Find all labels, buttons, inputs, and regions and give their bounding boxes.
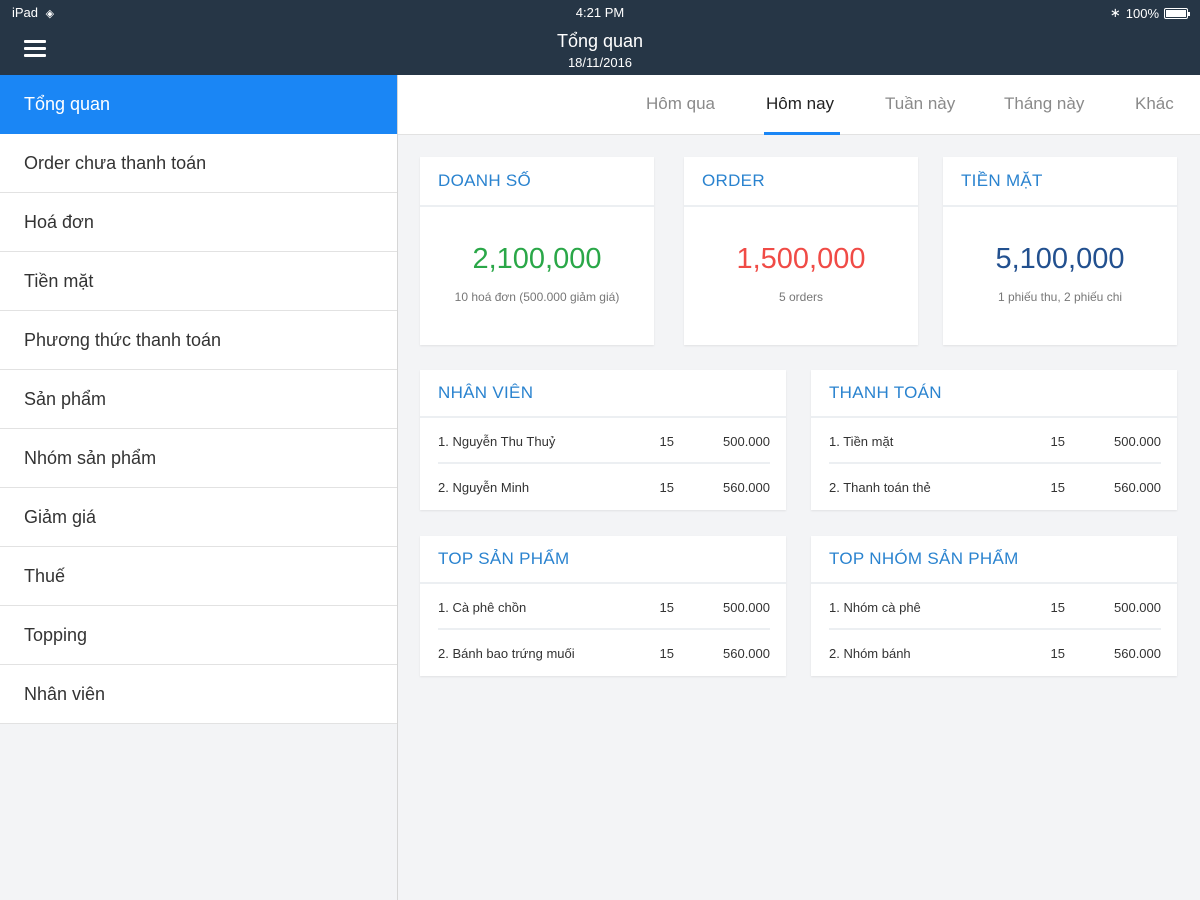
sidebar: Tổng quan Order chưa thanh toán Hoá đơn …	[0, 75, 398, 900]
row-qty: 15	[659, 600, 674, 615]
status-right: ∗ 100%	[1109, 5, 1190, 21]
panel-top-san-pham: TOP SẢN PHẨM 1. Cà phê chồn 15 500.000 2…	[420, 536, 786, 676]
row-amount: 560.000	[723, 646, 770, 661]
row-name: 1. Tiền mặt	[829, 434, 894, 449]
table-row[interactable]: 2. Nhóm bánh 15 560.000	[829, 630, 1161, 676]
sidebar-item-order-chua-thanh-toan[interactable]: Order chưa thanh toán	[0, 134, 397, 193]
sidebar-item-thue[interactable]: Thuế	[0, 547, 397, 606]
panel-nhan-vien: NHÂN VIÊN 1. Nguyễn Thu Thuỷ 15 500.000 …	[420, 370, 786, 510]
stat-card-value: 1,500,000	[736, 243, 866, 275]
sidebar-item-tien-mat[interactable]: Tiền mặt	[0, 252, 397, 311]
row-amount: 500.000	[723, 600, 770, 615]
row-qty: 15	[1050, 480, 1065, 495]
panel-title: THANH TOÁN	[811, 370, 1177, 418]
tab-hom-nay[interactable]: Hôm nay	[763, 75, 841, 135]
top-bar: iPad ◈ 4:21 PM ∗ 100% Tổng quan 18/11/20…	[0, 0, 1200, 75]
row-amount: 560.000	[1114, 480, 1161, 495]
tab-tuan-nay[interactable]: Tuần này	[885, 75, 955, 135]
row-qty: 15	[1050, 646, 1065, 661]
row-qty: 15	[659, 434, 674, 449]
row-name: 1. Nguyễn Thu Thuỷ	[438, 434, 556, 449]
panel-top-nhom-san-pham: TOP NHÓM SẢN PHẨM 1. Nhóm cà phê 15 500.…	[811, 536, 1177, 676]
stat-card-subtitle: 5 orders	[778, 290, 824, 304]
row-qty: 15	[659, 646, 674, 661]
stat-card-subtitle: 1 phiếu thu, 2 phiếu chi	[997, 290, 1123, 304]
stat-card-subtitle: 10 hoá đơn (500.000 giảm giá)	[454, 290, 620, 304]
row-amount: 500.000	[1114, 434, 1161, 449]
page-date: 18/11/2016	[567, 55, 633, 70]
sidebar-item-phuong-thuc-thanh-toan[interactable]: Phương thức thanh toán	[0, 311, 397, 370]
tab-thang-nay[interactable]: Tháng này	[1004, 75, 1084, 135]
sidebar-item-nhan-vien[interactable]: Nhân viên	[0, 665, 397, 724]
row-qty: 15	[659, 480, 674, 495]
tab-khac[interactable]: Khác	[1135, 75, 1174, 135]
bluetooth-icon: ∗	[1109, 5, 1121, 20]
table-row[interactable]: 2. Thanh toán thẻ 15 560.000	[829, 464, 1161, 510]
panel-title: NHÂN VIÊN	[420, 370, 786, 418]
row-name: 1. Cà phê chồn	[438, 600, 527, 615]
stat-card-title: ORDER	[684, 157, 918, 207]
battery-icon	[1164, 7, 1190, 19]
stat-card-title: DOANH SỐ	[420, 157, 654, 207]
table-row[interactable]: 1. Nhóm cà phê 15 500.000	[829, 584, 1161, 630]
table-row[interactable]: 2. Nguyễn Minh 15 560.000	[438, 464, 770, 510]
panel-title: TOP SẢN PHẨM	[420, 536, 786, 584]
row-name: 2. Thanh toán thẻ	[829, 480, 931, 495]
row-name: 1. Nhóm cà phê	[829, 600, 921, 615]
sidebar-item-nhom-san-pham[interactable]: Nhóm sản phẩm	[0, 429, 397, 488]
page-title: Tổng quan	[556, 31, 644, 51]
stat-card-order: ORDER 1,500,000 5 orders	[684, 157, 918, 345]
row-amount: 500.000	[1114, 600, 1161, 615]
table-row[interactable]: 2. Bánh bao trứng muối 15 560.000	[438, 630, 770, 676]
tab-hom-qua[interactable]: Hôm qua	[646, 75, 715, 135]
stat-card-value: 2,100,000	[472, 243, 602, 275]
table-row[interactable]: 1. Nguyễn Thu Thuỷ 15 500.000	[438, 418, 770, 464]
row-amount: 560.000	[1114, 646, 1161, 661]
sidebar-item-san-pham[interactable]: Sản phẩm	[0, 370, 397, 429]
date-range-tabs: Hôm qua Hôm nay Tuần này Tháng này Khác	[398, 75, 1200, 135]
stat-card-tien-mat: TIỀN MẶT 5,100,000 1 phiếu thu, 2 phiếu …	[943, 157, 1177, 345]
battery-percent: 100%	[1125, 5, 1159, 21]
panel-title: TOP NHÓM SẢN PHẨM	[811, 536, 1177, 584]
row-qty: 15	[1050, 434, 1065, 449]
row-amount: 500.000	[723, 434, 770, 449]
stat-card-title: TIỀN MẶT	[943, 157, 1177, 207]
sidebar-item-topping[interactable]: Topping	[0, 606, 397, 665]
row-qty: 15	[1050, 600, 1065, 615]
row-name: 2. Nhóm bánh	[829, 646, 911, 661]
sidebar-item-hoa-don[interactable]: Hoá đơn	[0, 193, 397, 252]
row-name: 2. Bánh bao trứng muối	[438, 646, 575, 661]
row-amount: 560.000	[723, 480, 770, 495]
status-time: 4:21 PM	[575, 5, 625, 20]
table-row[interactable]: 1. Tiền mặt 15 500.000	[829, 418, 1161, 464]
stat-card-doanh-so: DOANH SỐ 2,100,000 10 hoá đơn (500.000 g…	[420, 157, 654, 345]
stat-card-value: 5,100,000	[995, 243, 1125, 275]
sidebar-item-giam-gia[interactable]: Giảm giá	[0, 488, 397, 547]
sidebar-item-tong-quan[interactable]: Tổng quan	[0, 75, 397, 134]
table-row[interactable]: 1. Cà phê chồn 15 500.000	[438, 584, 770, 630]
panel-thanh-toan: THANH TOÁN 1. Tiền mặt 15 500.000 2. Tha…	[811, 370, 1177, 510]
row-name: 2. Nguyễn Minh	[438, 480, 530, 495]
